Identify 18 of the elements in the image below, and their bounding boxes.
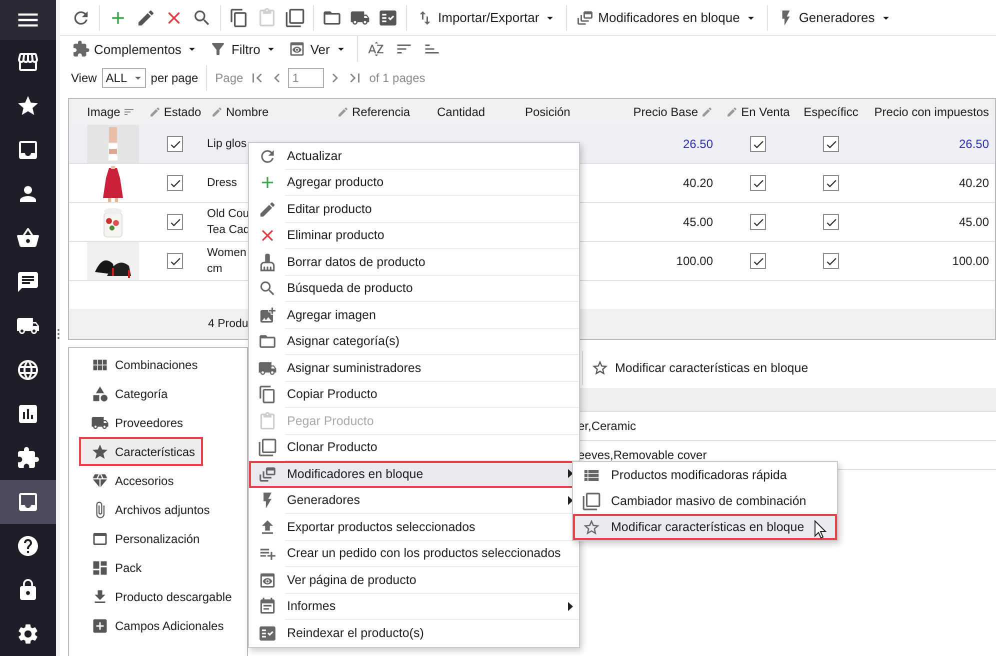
table-cell: er,Ceramic [578, 419, 636, 433]
table-cell: 45.00 [682, 214, 713, 230]
page-count: of 1 pages [368, 71, 426, 85]
view-label: View [70, 71, 98, 85]
table-cell: 40.20 [958, 175, 989, 191]
table-cell: 26.50 [958, 136, 989, 152]
table-cell: 40.20 [682, 175, 713, 191]
table-cell: 26.50 [682, 136, 713, 152]
table-cell-text: Women cm [207, 246, 246, 277]
table-cell-text: Lip glos [207, 137, 247, 152]
table-cell: eeves,Removable cover [578, 448, 707, 462]
per-page-label: per page [150, 71, 200, 85]
table-cell: 45.00 [958, 214, 989, 230]
table-cell: 100.00 [952, 253, 989, 269]
table-cell: 100.00 [676, 253, 713, 269]
table-cell-text: Dress [207, 176, 238, 191]
grid-footer-text: 4 Produ [208, 318, 248, 330]
page-label: Page [214, 71, 244, 85]
